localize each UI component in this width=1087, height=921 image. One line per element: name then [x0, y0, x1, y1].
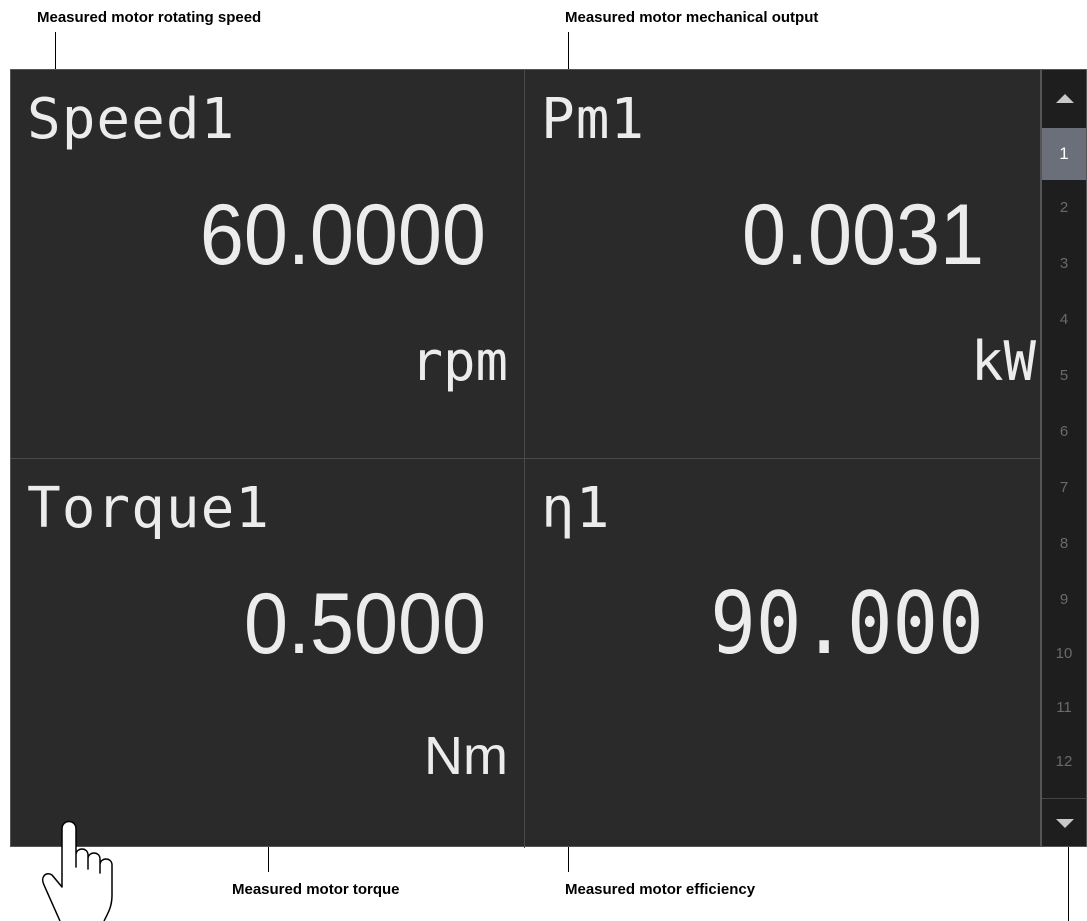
page-item-4[interactable]: 4: [1042, 293, 1086, 345]
cell-torque-name: Torque1: [27, 476, 271, 541]
page-item-1[interactable]: 1: [1042, 128, 1086, 180]
cell-output-value: 0.0031: [741, 187, 984, 283]
triangle-up-icon: [1056, 93, 1074, 103]
cell-torque[interactable]: Torque1 0.5000 Nm: [11, 459, 525, 848]
cell-torque-unit: Nm: [424, 726, 508, 786]
page-item-3[interactable]: 3: [1042, 237, 1086, 289]
page-item-2[interactable]: 2: [1042, 181, 1086, 233]
cell-speed-value: 60.0000: [199, 187, 486, 283]
triangle-down-icon: [1056, 818, 1074, 828]
cell-speed[interactable]: Speed1 60.0000 rpm: [11, 70, 525, 459]
page-item-12[interactable]: 12: [1042, 735, 1086, 787]
cell-torque-value: 0.5000: [243, 576, 486, 672]
page-item-5[interactable]: 5: [1042, 349, 1086, 401]
callout-efficiency-label: Measured motor efficiency: [565, 881, 756, 898]
cell-speed-name: Speed1: [27, 87, 236, 152]
page-item-9[interactable]: 9: [1042, 573, 1086, 625]
page-item-11[interactable]: 11: [1042, 681, 1086, 733]
cell-speed-unit: rpm: [410, 330, 508, 393]
page-selector: 1 2 3 4 5 6 7 8 9 10 11 12: [1041, 69, 1087, 847]
page-item-8[interactable]: 8: [1042, 517, 1086, 569]
page-down-button[interactable]: [1042, 798, 1087, 847]
callout-torque-label: Measured motor torque: [232, 881, 400, 898]
cell-efficiency-name: η1: [541, 476, 611, 541]
cell-efficiency-value: 90.000: [710, 574, 984, 674]
callout-output-label: Measured motor mechanical output: [565, 9, 819, 26]
page-item-10[interactable]: 10: [1042, 627, 1086, 679]
page-item-7[interactable]: 7: [1042, 461, 1086, 513]
cell-output-unit: kW: [970, 330, 1036, 393]
cell-output[interactable]: Pm1 0.0031 kW: [525, 70, 1042, 459]
measurement-display: Speed1 60.0000 rpm Pm1 0.0031 kW Torque1…: [10, 69, 1042, 848]
cell-output-name: Pm1: [541, 87, 646, 152]
cell-efficiency[interactable]: η1 90.000: [525, 459, 1042, 848]
page-up-button[interactable]: [1042, 74, 1087, 122]
callout-speed-label: Measured motor rotating speed: [37, 9, 262, 26]
pointing-hand-icon: [41, 820, 113, 921]
page-item-6[interactable]: 6: [1042, 405, 1086, 457]
